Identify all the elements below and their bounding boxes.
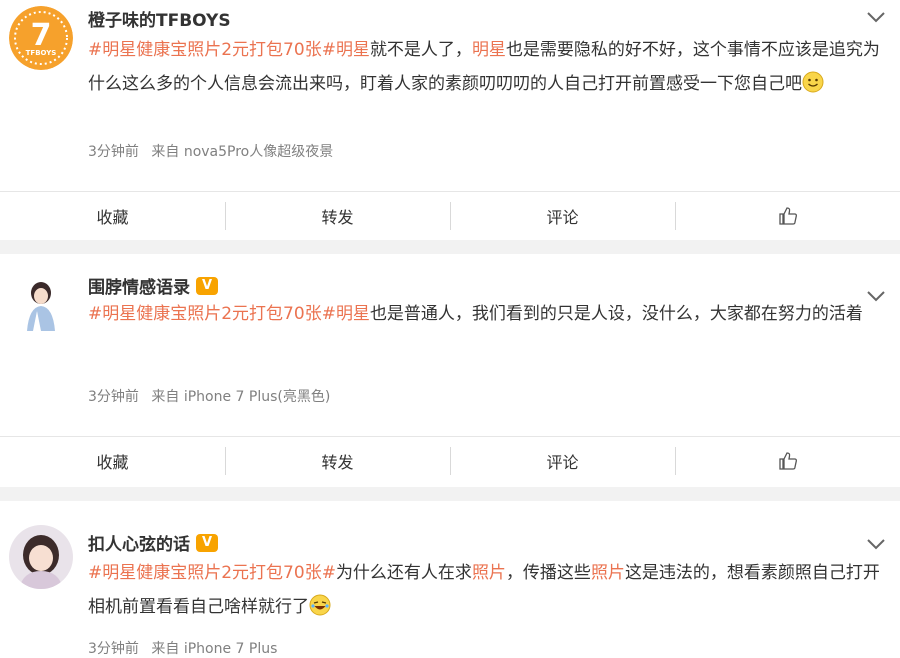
comment-label: 评论 bbox=[546, 453, 579, 472]
laugh-cry-emoji-icon bbox=[309, 594, 331, 616]
post-meta: 3分钟前 来自 iPhone 7 Plus bbox=[88, 638, 277, 658]
comment-button[interactable]: 评论 bbox=[450, 437, 675, 485]
collect-button[interactable]: 收藏 bbox=[0, 192, 225, 240]
smile-emoji-icon bbox=[802, 71, 824, 93]
post-content: #明星健康宝照片2元打包70张#明星就不是人了，明星也是需要隐私的好不好，这个事… bbox=[88, 33, 888, 101]
like-button[interactable] bbox=[675, 192, 900, 240]
source-device: 来自 nova5Pro人像超级夜景 bbox=[151, 144, 334, 160]
username-label[interactable]: 扣人心弦的话 bbox=[88, 530, 190, 555]
action-bar: 收藏 转发 评论 bbox=[0, 191, 900, 240]
post-card: 7 TFBOYS 橙子味的TFBOYS #明星健康宝照片2元打包70张#明星就不… bbox=[0, 0, 900, 240]
content-text: 也是普通人，我们看到的只是人设，没什么，大家都在努力的活着 bbox=[369, 304, 863, 324]
avatar[interactable] bbox=[9, 273, 73, 337]
collect-label: 收藏 bbox=[96, 208, 129, 227]
svg-text:7: 7 bbox=[31, 18, 52, 53]
divider bbox=[0, 487, 900, 501]
hashtag-link[interactable]: #明星健康宝照片2元打包70张# bbox=[88, 563, 336, 583]
timestamp: 3分钟前 bbox=[88, 389, 139, 405]
repost-label: 转发 bbox=[321, 208, 354, 227]
username-label[interactable]: 围脖情感语录 bbox=[88, 273, 190, 298]
hashtag-link[interactable]: #明星健康宝照片2元打包70张# bbox=[88, 304, 336, 324]
post-content: #明星健康宝照片2元打包70张#为什么还有人在求照片，传播这些照片这是违法的，想… bbox=[88, 556, 888, 624]
thumb-up-icon bbox=[778, 207, 797, 225]
keyword-link[interactable]: 明星 bbox=[336, 304, 370, 324]
username-label[interactable]: 橙子味的TFBOYS bbox=[88, 6, 231, 31]
verified-badge: V bbox=[196, 276, 218, 295]
avatar[interactable]: 7 TFBOYS bbox=[9, 6, 73, 70]
timestamp: 3分钟前 bbox=[88, 144, 139, 160]
comment-label: 评论 bbox=[546, 208, 579, 227]
hashtag-link[interactable]: #明星健康宝照片2元打包70张# bbox=[88, 40, 336, 60]
post-content: #明星健康宝照片2元打包70张#明星也是普通人，我们看到的只是人设，没什么，大家… bbox=[88, 297, 888, 331]
content-text: ，传播这些 bbox=[505, 563, 591, 583]
username[interactable]: 橙子味的TFBOYS bbox=[88, 6, 231, 31]
like-button[interactable] bbox=[675, 437, 900, 485]
svg-text:TFBOYS: TFBOYS bbox=[26, 49, 57, 57]
keyword-link[interactable]: 明星 bbox=[472, 40, 506, 60]
repost-button[interactable]: 转发 bbox=[225, 192, 450, 240]
content-text: 就不是人了， bbox=[369, 40, 472, 60]
keyword-link[interactable]: 明星 bbox=[336, 40, 370, 60]
comment-button[interactable]: 评论 bbox=[450, 192, 675, 240]
collect-label: 收藏 bbox=[96, 453, 129, 472]
action-bar: 收藏 转发 评论 bbox=[0, 436, 900, 485]
username[interactable]: 围脖情感语录 V bbox=[88, 273, 218, 298]
chevron-down-icon[interactable] bbox=[864, 9, 888, 25]
avatar[interactable] bbox=[9, 525, 73, 589]
post-meta: 3分钟前 来自 iPhone 7 Plus(亮黑色) bbox=[88, 386, 330, 406]
keyword-link[interactable]: 照片 bbox=[591, 563, 625, 583]
repost-label: 转发 bbox=[321, 453, 354, 472]
keyword-link[interactable]: 照片 bbox=[472, 563, 506, 583]
timestamp: 3分钟前 bbox=[88, 641, 139, 657]
post-meta: 3分钟前 来自 nova5Pro人像超级夜景 bbox=[88, 141, 333, 161]
thumb-up-icon bbox=[778, 452, 797, 470]
chevron-down-icon[interactable] bbox=[864, 536, 888, 552]
source-device: 来自 iPhone 7 Plus(亮黑色) bbox=[151, 389, 331, 405]
verified-badge: V bbox=[196, 533, 218, 552]
post-card: 扣人心弦的话 V #明星健康宝照片2元打包70张#为什么还有人在求照片，传播这些… bbox=[0, 501, 900, 657]
username[interactable]: 扣人心弦的话 V bbox=[88, 530, 218, 555]
collect-button[interactable]: 收藏 bbox=[0, 437, 225, 485]
content-text: 为什么还有人在求 bbox=[335, 563, 472, 583]
post-card: 围脖情感语录 V #明星健康宝照片2元打包70张#明星也是普通人，我们看到的只是… bbox=[0, 254, 900, 487]
divider bbox=[0, 240, 900, 254]
source-device: 来自 iPhone 7 Plus bbox=[151, 641, 278, 657]
repost-button[interactable]: 转发 bbox=[225, 437, 450, 485]
